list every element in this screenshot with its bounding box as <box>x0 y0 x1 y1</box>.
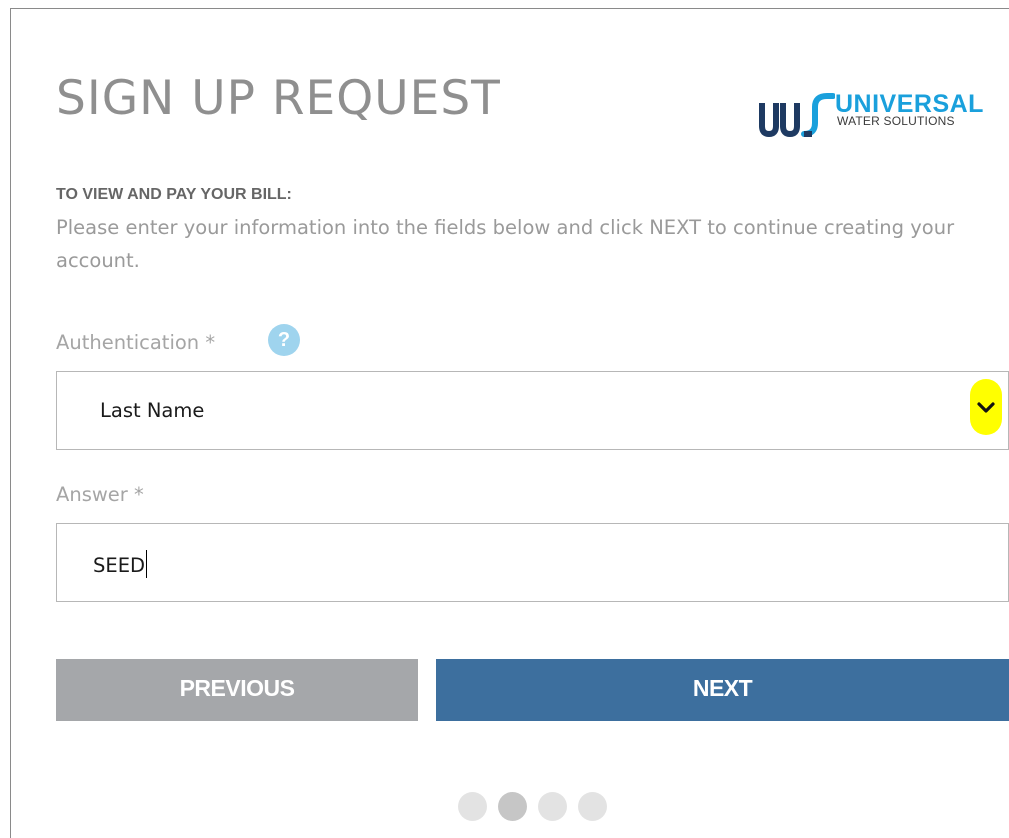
answer-text: SEED <box>93 554 146 577</box>
next-button[interactable]: NEXT <box>436 659 1009 721</box>
step-dot <box>538 792 567 821</box>
intro-heading: TO VIEW AND PAY YOUR BILL: <box>56 186 292 203</box>
intro-text: Please enter your information into the f… <box>56 216 955 272</box>
authentication-label: Authentication * <box>56 331 216 354</box>
chevron-down-icon[interactable] <box>970 379 1002 435</box>
answer-input-value: SEED <box>93 550 148 578</box>
previous-button[interactable]: PREVIOUS <box>56 659 418 721</box>
authentication-select[interactable]: Last Name <box>56 371 1009 450</box>
answer-input[interactable]: SEED <box>56 523 1009 602</box>
page-title: SIGN UP REQUEST <box>56 71 501 126</box>
company-logo: UNIVERSAL WATER SOLUTIONS <box>757 92 997 139</box>
question-circle-icon[interactable]: ? <box>268 324 300 356</box>
signup-panel: SIGN UP REQUEST UNIVERSAL WATER SOLUTION… <box>10 8 1009 838</box>
logo-mark-icon <box>759 93 835 137</box>
step-dot <box>578 792 607 821</box>
logo-tagline: WATER SOLUTIONS <box>837 114 955 128</box>
answer-label: Answer * <box>56 483 144 506</box>
step-dot <box>458 792 487 821</box>
text-caret <box>146 550 148 578</box>
authentication-selected-value: Last Name <box>100 399 205 422</box>
step-dot <box>498 792 527 821</box>
